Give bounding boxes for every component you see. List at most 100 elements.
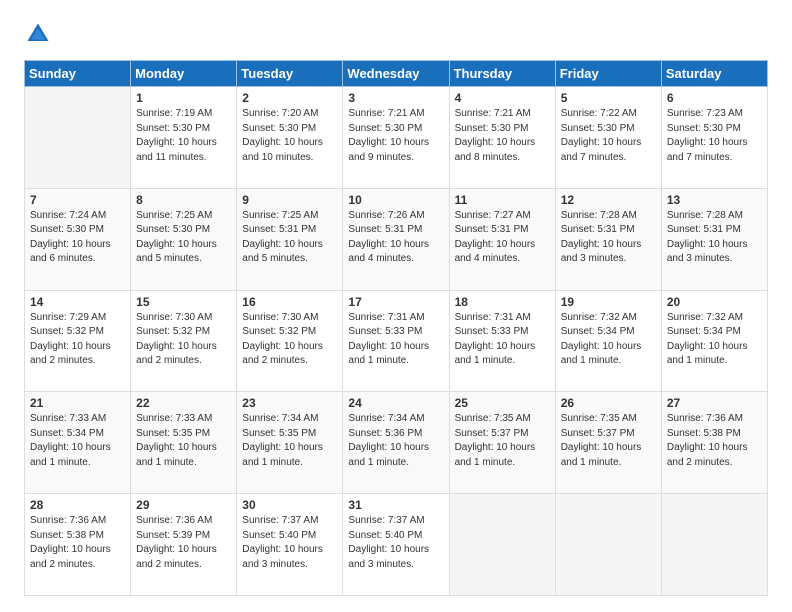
day-number: 16 xyxy=(242,295,337,309)
calendar-cell: 13 Sunrise: 7:28 AMSunset: 5:31 PMDayligh… xyxy=(661,188,767,290)
weekday-header-thursday: Thursday xyxy=(449,61,555,87)
day-info: Sunrise: 7:31 AMSunset: 5:33 PMDaylight:… xyxy=(455,311,550,369)
calendar-cell: 23 Sunrise: 7:34 AMSunset: 5:35 PMDayligh… xyxy=(237,392,343,494)
week-row-2: 7Sunrise: 7:24 AMSunset: 5:30 PMDaylight… xyxy=(25,188,768,290)
day-info: Sunrise: 7:22 AMSunset: 5:30 PMDaylight:… xyxy=(561,107,656,165)
day-number: 15 xyxy=(136,295,231,309)
header xyxy=(24,20,768,48)
weekday-header-tuesday: Tuesday xyxy=(237,61,343,87)
calendar-cell: 4Sunrise: 7:21 AMSunset: 5:30 PMDaylight… xyxy=(449,87,555,189)
calendar-cell: 2Sunrise: 7:20 AMSunset: 5:30 PMDaylight… xyxy=(237,87,343,189)
day-info: Sunrise: 7:21 AMSunset: 5:30 PMDaylight:… xyxy=(455,107,550,165)
day-number: 29 xyxy=(136,498,231,512)
weekday-header-sunday: Sunday xyxy=(25,61,131,87)
calendar-cell: 12 Sunrise: 7:28 AMSunset: 5:31 PMDayligh… xyxy=(555,188,661,290)
day-number: 12 xyxy=(561,193,656,207)
calendar-cell: 3 Sunrise: 7:21 AMSunset: 5:30 PMDaylight… xyxy=(343,87,449,189)
calendar-cell: 29 Sunrise: 7:36 AMSunset: 5:39 PMDayligh… xyxy=(131,494,237,596)
calendar-cell xyxy=(25,87,131,189)
calendar-cell: 25 Sunrise: 7:35 AMSunset: 5:37 PMDayligh… xyxy=(449,392,555,494)
day-info: Sunrise: 7:36 AMSunset: 5:38 PMDaylight:… xyxy=(30,514,125,572)
calendar-cell: 1 Sunrise: 7:19 AMSunset: 5:30 PMDaylight… xyxy=(131,87,237,189)
day-info: Sunrise: 7:28 AMSunset: 5:31 PMDaylight:… xyxy=(561,209,656,267)
calendar-cell: 19 Sunrise: 7:32 AMSunset: 5:34 PMDayligh… xyxy=(555,290,661,392)
day-number: 11 xyxy=(455,193,550,207)
calendar-cell: 11 Sunrise: 7:27 AMSunset: 5:31 PMDayligh… xyxy=(449,188,555,290)
calendar-cell: 27 Sunrise: 7:36 AMSunset: 5:38 PMDayligh… xyxy=(661,392,767,494)
calendar-cell: 18 Sunrise: 7:31 AMSunset: 5:33 PMDayligh… xyxy=(449,290,555,392)
day-info: Sunrise: 7:32 AMSunset: 5:34 PMDaylight:… xyxy=(667,311,762,369)
day-info: Sunrise: 7:28 AMSunset: 5:31 PMDaylight:… xyxy=(667,209,762,267)
day-info: Sunrise: 7:24 AMSunset: 5:30 PMDaylight:… xyxy=(30,209,125,267)
day-number: 10 xyxy=(348,193,443,207)
day-info: Sunrise: 7:35 AMSunset: 5:37 PMDaylight:… xyxy=(455,412,550,470)
calendar-cell xyxy=(661,494,767,596)
day-number: 22 xyxy=(136,396,231,410)
day-info: Sunrise: 7:34 AMSunset: 5:35 PMDaylight:… xyxy=(242,412,337,470)
day-number: 23 xyxy=(242,396,337,410)
day-info: Sunrise: 7:36 AMSunset: 5:39 PMDaylight:… xyxy=(136,514,231,572)
calendar-cell: 30 Sunrise: 7:37 AMSunset: 5:40 PMDayligh… xyxy=(237,494,343,596)
day-info: Sunrise: 7:27 AMSunset: 5:31 PMDaylight:… xyxy=(455,209,550,267)
day-info: Sunrise: 7:21 AMSunset: 5:30 PMDaylight:… xyxy=(348,107,443,165)
day-number: 28 xyxy=(30,498,125,512)
day-number: 8 xyxy=(136,193,231,207)
calendar-cell: 20 Sunrise: 7:32 AMSunset: 5:34 PMDayligh… xyxy=(661,290,767,392)
day-info: Sunrise: 7:32 AMSunset: 5:34 PMDaylight:… xyxy=(561,311,656,369)
day-number: 13 xyxy=(667,193,762,207)
day-info: Sunrise: 7:25 AMSunset: 5:31 PMDaylight:… xyxy=(242,209,337,267)
day-number: 14 xyxy=(30,295,125,309)
week-row-1: 1 Sunrise: 7:19 AMSunset: 5:30 PMDaylight… xyxy=(25,87,768,189)
day-info: Sunrise: 7:31 AMSunset: 5:33 PMDaylight:… xyxy=(348,311,443,369)
calendar-cell: 14 Sunrise: 7:29 AMSunset: 5:32 PMDayligh… xyxy=(25,290,131,392)
day-number: 20 xyxy=(667,295,762,309)
day-info: Sunrise: 7:37 AMSunset: 5:40 PMDaylight:… xyxy=(242,514,337,572)
calendar-cell: 21 Sunrise: 7:33 AMSunset: 5:34 PMDayligh… xyxy=(25,392,131,494)
day-number: 19 xyxy=(561,295,656,309)
day-number: 1 xyxy=(136,91,231,105)
day-info: Sunrise: 7:26 AMSunset: 5:31 PMDaylight:… xyxy=(348,209,443,267)
day-info: Sunrise: 7:30 AMSunset: 5:32 PMDaylight:… xyxy=(136,311,231,369)
calendar: SundayMondayTuesdayWednesdayThursdayFrid… xyxy=(24,60,768,596)
calendar-cell: 7Sunrise: 7:24 AMSunset: 5:30 PMDaylight… xyxy=(25,188,131,290)
day-number: 25 xyxy=(455,396,550,410)
weekday-header-friday: Friday xyxy=(555,61,661,87)
day-info: Sunrise: 7:29 AMSunset: 5:32 PMDaylight:… xyxy=(30,311,125,369)
logo xyxy=(24,20,56,48)
logo-icon xyxy=(24,20,52,48)
calendar-cell: 31Sunrise: 7:37 AMSunset: 5:40 PMDayligh… xyxy=(343,494,449,596)
day-number: 26 xyxy=(561,396,656,410)
calendar-cell xyxy=(449,494,555,596)
weekday-header-wednesday: Wednesday xyxy=(343,61,449,87)
calendar-cell: 17Sunrise: 7:31 AMSunset: 5:33 PMDayligh… xyxy=(343,290,449,392)
day-info: Sunrise: 7:33 AMSunset: 5:34 PMDaylight:… xyxy=(30,412,125,470)
week-row-3: 14 Sunrise: 7:29 AMSunset: 5:32 PMDayligh… xyxy=(25,290,768,392)
day-info: Sunrise: 7:34 AMSunset: 5:36 PMDaylight:… xyxy=(348,412,443,470)
day-info: Sunrise: 7:19 AMSunset: 5:30 PMDaylight:… xyxy=(136,107,231,165)
day-number: 3 xyxy=(348,91,443,105)
day-number: 27 xyxy=(667,396,762,410)
day-info: Sunrise: 7:20 AMSunset: 5:30 PMDaylight:… xyxy=(242,107,337,165)
day-number: 18 xyxy=(455,295,550,309)
day-number: 24 xyxy=(348,396,443,410)
day-info: Sunrise: 7:25 AMSunset: 5:30 PMDaylight:… xyxy=(136,209,231,267)
calendar-cell: 5 Sunrise: 7:22 AMSunset: 5:30 PMDaylight… xyxy=(555,87,661,189)
calendar-cell: 6Sunrise: 7:23 AMSunset: 5:30 PMDaylight… xyxy=(661,87,767,189)
calendar-header: SundayMondayTuesdayWednesdayThursdayFrid… xyxy=(25,61,768,87)
calendar-cell xyxy=(555,494,661,596)
day-info: Sunrise: 7:33 AMSunset: 5:35 PMDaylight:… xyxy=(136,412,231,470)
calendar-body: 1 Sunrise: 7:19 AMSunset: 5:30 PMDaylight… xyxy=(25,87,768,596)
day-number: 21 xyxy=(30,396,125,410)
calendar-cell: 24 Sunrise: 7:34 AMSunset: 5:36 PMDayligh… xyxy=(343,392,449,494)
day-number: 30 xyxy=(242,498,337,512)
day-number: 6 xyxy=(667,91,762,105)
weekday-header-monday: Monday xyxy=(131,61,237,87)
calendar-cell: 22 Sunrise: 7:33 AMSunset: 5:35 PMDayligh… xyxy=(131,392,237,494)
day-info: Sunrise: 7:36 AMSunset: 5:38 PMDaylight:… xyxy=(667,412,762,470)
calendar-cell: 15 Sunrise: 7:30 AMSunset: 5:32 PMDayligh… xyxy=(131,290,237,392)
calendar-cell: 26Sunrise: 7:35 AMSunset: 5:37 PMDayligh… xyxy=(555,392,661,494)
weekday-header-saturday: Saturday xyxy=(661,61,767,87)
calendar-cell: 8 Sunrise: 7:25 AMSunset: 5:30 PMDaylight… xyxy=(131,188,237,290)
day-number: 5 xyxy=(561,91,656,105)
page: SundayMondayTuesdayWednesdayThursdayFrid… xyxy=(0,0,792,612)
